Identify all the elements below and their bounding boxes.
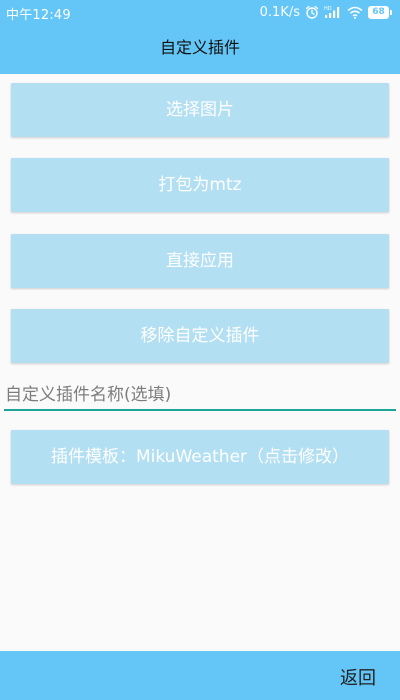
choose-image-button[interactable]: 选择图片 <box>11 83 389 137</box>
alarm-icon <box>305 5 319 19</box>
bottom-bar: 返回 <box>0 651 400 700</box>
back-button[interactable]: 返回 <box>340 664 376 690</box>
plugin-template-button[interactable]: 插件模板：MikuWeather（点击修改） <box>11 430 389 484</box>
status-time: 中午12:49 <box>6 8 71 23</box>
page-title: 自定义插件 <box>159 38 240 57</box>
pack-mtz-button[interactable]: 打包为mtz <box>11 158 389 212</box>
apply-directly-button[interactable]: 直接应用 <box>11 234 389 288</box>
status-indicators: 0.1K/s HD 68 <box>260 3 392 21</box>
svg-text:HD: HD <box>324 6 332 12</box>
signal-hd-icon: HD <box>324 5 342 19</box>
remove-plugin-button[interactable]: 移除自定义插件 <box>11 309 389 363</box>
plugin-name-input[interactable] <box>4 380 396 411</box>
battery-icon: 68 <box>368 5 392 19</box>
net-speed: 0.1K/s <box>259 4 300 20</box>
battery-level: 68 <box>368 5 389 19</box>
status-bar: 中午12:49 0.1K/s HD 68 <box>0 0 400 26</box>
wifi-icon <box>347 6 363 19</box>
app-bar: 中午12:49 0.1K/s HD 68 自定义插件 <box>0 0 400 74</box>
